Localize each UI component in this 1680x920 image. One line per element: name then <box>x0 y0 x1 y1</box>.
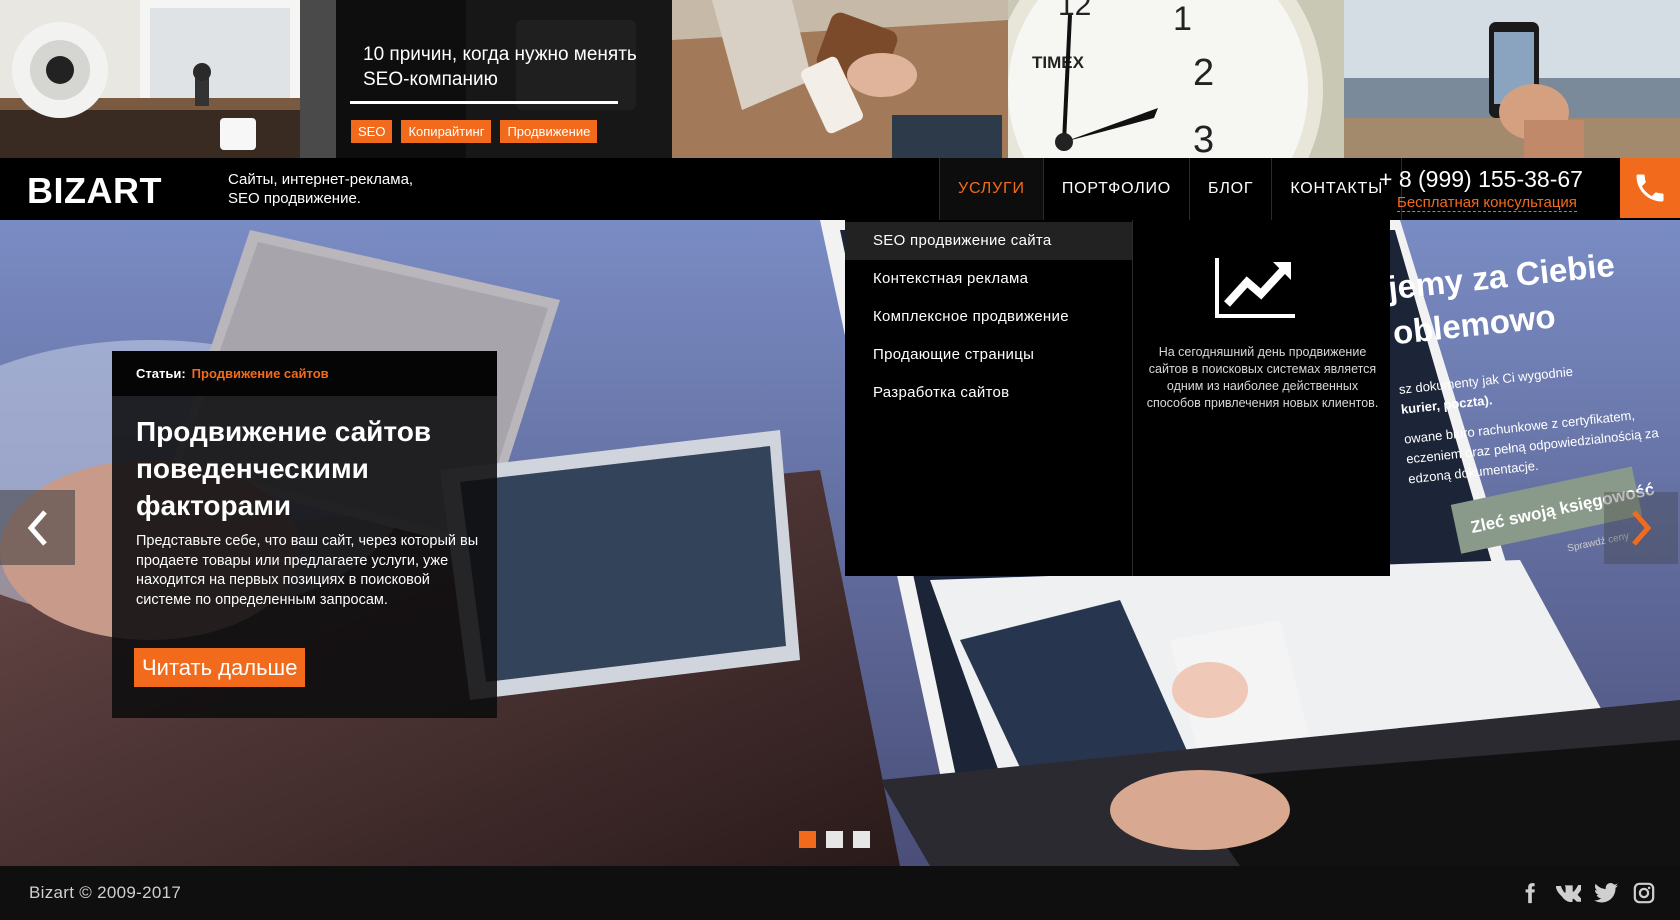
service-description: На сегодняшний день продвижение сайтов в… <box>1146 345 1379 410</box>
copyright: Bizart © 2009-2017 <box>29 883 182 902</box>
hands-photo <box>672 0 1008 158</box>
article-card-header: Статьи: Продвижение сайтов <box>112 351 497 396</box>
tag-promotion[interactable]: Продвижение <box>500 120 598 143</box>
hero-slider: jemy za Ciebie oblemowo sz dokumenty jak… <box>0 220 1680 866</box>
facebook-link[interactable] <box>1517 880 1543 906</box>
article-card: Статьи: Продвижение сайтов Продвижение с… <box>112 351 497 718</box>
slider-next-button[interactable] <box>1604 492 1678 564</box>
service-item-complex[interactable]: Комплексное продвижение <box>845 298 1132 336</box>
tile-clock-photo[interactable]: 12 1 2 3 TIMEX <box>1008 0 1344 158</box>
footer: Bizart © 2009-2017 <box>0 866 1680 920</box>
tag-copywriting[interactable]: Копирайтинг <box>401 120 492 143</box>
tile-desk-photo[interactable] <box>0 0 336 158</box>
slider-pagination <box>799 831 870 848</box>
vk-icon <box>1556 885 1581 902</box>
clock-brand: TIMEX <box>1032 53 1085 72</box>
slider-dot-1[interactable] <box>799 831 816 848</box>
social-links <box>1517 880 1657 906</box>
free-consultation-link[interactable]: Бесплатная консультация <box>1397 194 1577 212</box>
service-item-landing[interactable]: Продающие страницы <box>845 336 1132 374</box>
article-excerpt: Представьте себе, что ваш сайт, через ко… <box>136 533 479 608</box>
tagline: Сайты, интернет-реклама, SEO продвижение… <box>228 171 414 207</box>
article-label: Статьи: <box>136 366 186 381</box>
phone-icon <box>1636 174 1664 202</box>
slider-prev-button[interactable] <box>0 490 75 565</box>
twitter-icon <box>1594 883 1618 903</box>
services-dropdown: SEO продвижение сайта Контекстная реклам… <box>845 220 1390 576</box>
featured-underline <box>350 101 618 104</box>
nav-portfolio[interactable]: ПОРТФОЛИО <box>1042 158 1189 220</box>
instagram-icon <box>1633 882 1655 904</box>
tile-beach-photo[interactable] <box>1344 0 1680 158</box>
vk-link[interactable] <box>1555 880 1581 906</box>
desk-photo <box>0 0 336 158</box>
instagram-link[interactable] <box>1631 880 1657 906</box>
article-title: Продвижение сайтов поведенческими фактор… <box>136 416 432 521</box>
chart-up-icon <box>1215 258 1295 318</box>
clock-number-12: 12 <box>1058 0 1091 22</box>
slider-dot-2[interactable] <box>826 831 843 848</box>
beach-photo <box>1344 0 1680 158</box>
chevron-right-icon <box>1632 510 1652 546</box>
service-item-context-ads[interactable]: Контекстная реклама <box>845 260 1132 298</box>
service-item-development[interactable]: Разработка сайтов <box>845 374 1132 412</box>
nav-services[interactable]: УСЛУГИ <box>939 158 1043 220</box>
chevron-left-icon <box>27 509 47 546</box>
phone-number[interactable]: + 8 (999) 155-38-67 <box>1379 166 1583 193</box>
featured-tiles: 10 причин, когда нужно менять SEO-компан… <box>0 0 1680 158</box>
main-nav: УСЛУГИ ПОРТФОЛИО БЛОГ КОНТАКТЫ <box>939 158 1403 220</box>
clock-number-2: 2 <box>1193 52 1214 94</box>
service-info-panel: На сегодняшний день продвижение сайтов в… <box>1133 220 1390 576</box>
clock-number-1: 1 <box>1173 0 1192 38</box>
article-category-link[interactable]: Продвижение сайтов <box>192 366 329 381</box>
header: BIZART Сайты, интернет-реклама, SEO прод… <box>0 158 1680 220</box>
featured-article-title[interactable]: 10 причин, когда нужно менять SEO-компан… <box>363 42 663 92</box>
page: 10 причин, когда нужно менять SEO-компан… <box>0 0 1680 920</box>
services-list: SEO продвижение сайта Контекстная реклам… <box>845 220 1133 576</box>
service-item-seo[interactable]: SEO продвижение сайта <box>845 222 1132 260</box>
call-button[interactable] <box>1620 158 1680 218</box>
tile-hands-photo[interactable] <box>672 0 1008 158</box>
twitter-link[interactable] <box>1593 880 1619 906</box>
read-more-button[interactable]: Читать дальше <box>134 648 306 687</box>
facebook-icon <box>1525 883 1535 904</box>
tag-seo[interactable]: SEO <box>351 120 393 143</box>
nav-blog[interactable]: БЛОГ <box>1189 158 1271 220</box>
clock-number-3: 3 <box>1193 119 1214 158</box>
slider-dot-3[interactable] <box>853 831 870 848</box>
logo[interactable]: BIZART <box>27 170 162 212</box>
clock-photo: 12 1 2 3 TIMEX <box>1008 0 1344 158</box>
featured-tags: SEO Копирайтинг Продвижение <box>351 120 598 143</box>
